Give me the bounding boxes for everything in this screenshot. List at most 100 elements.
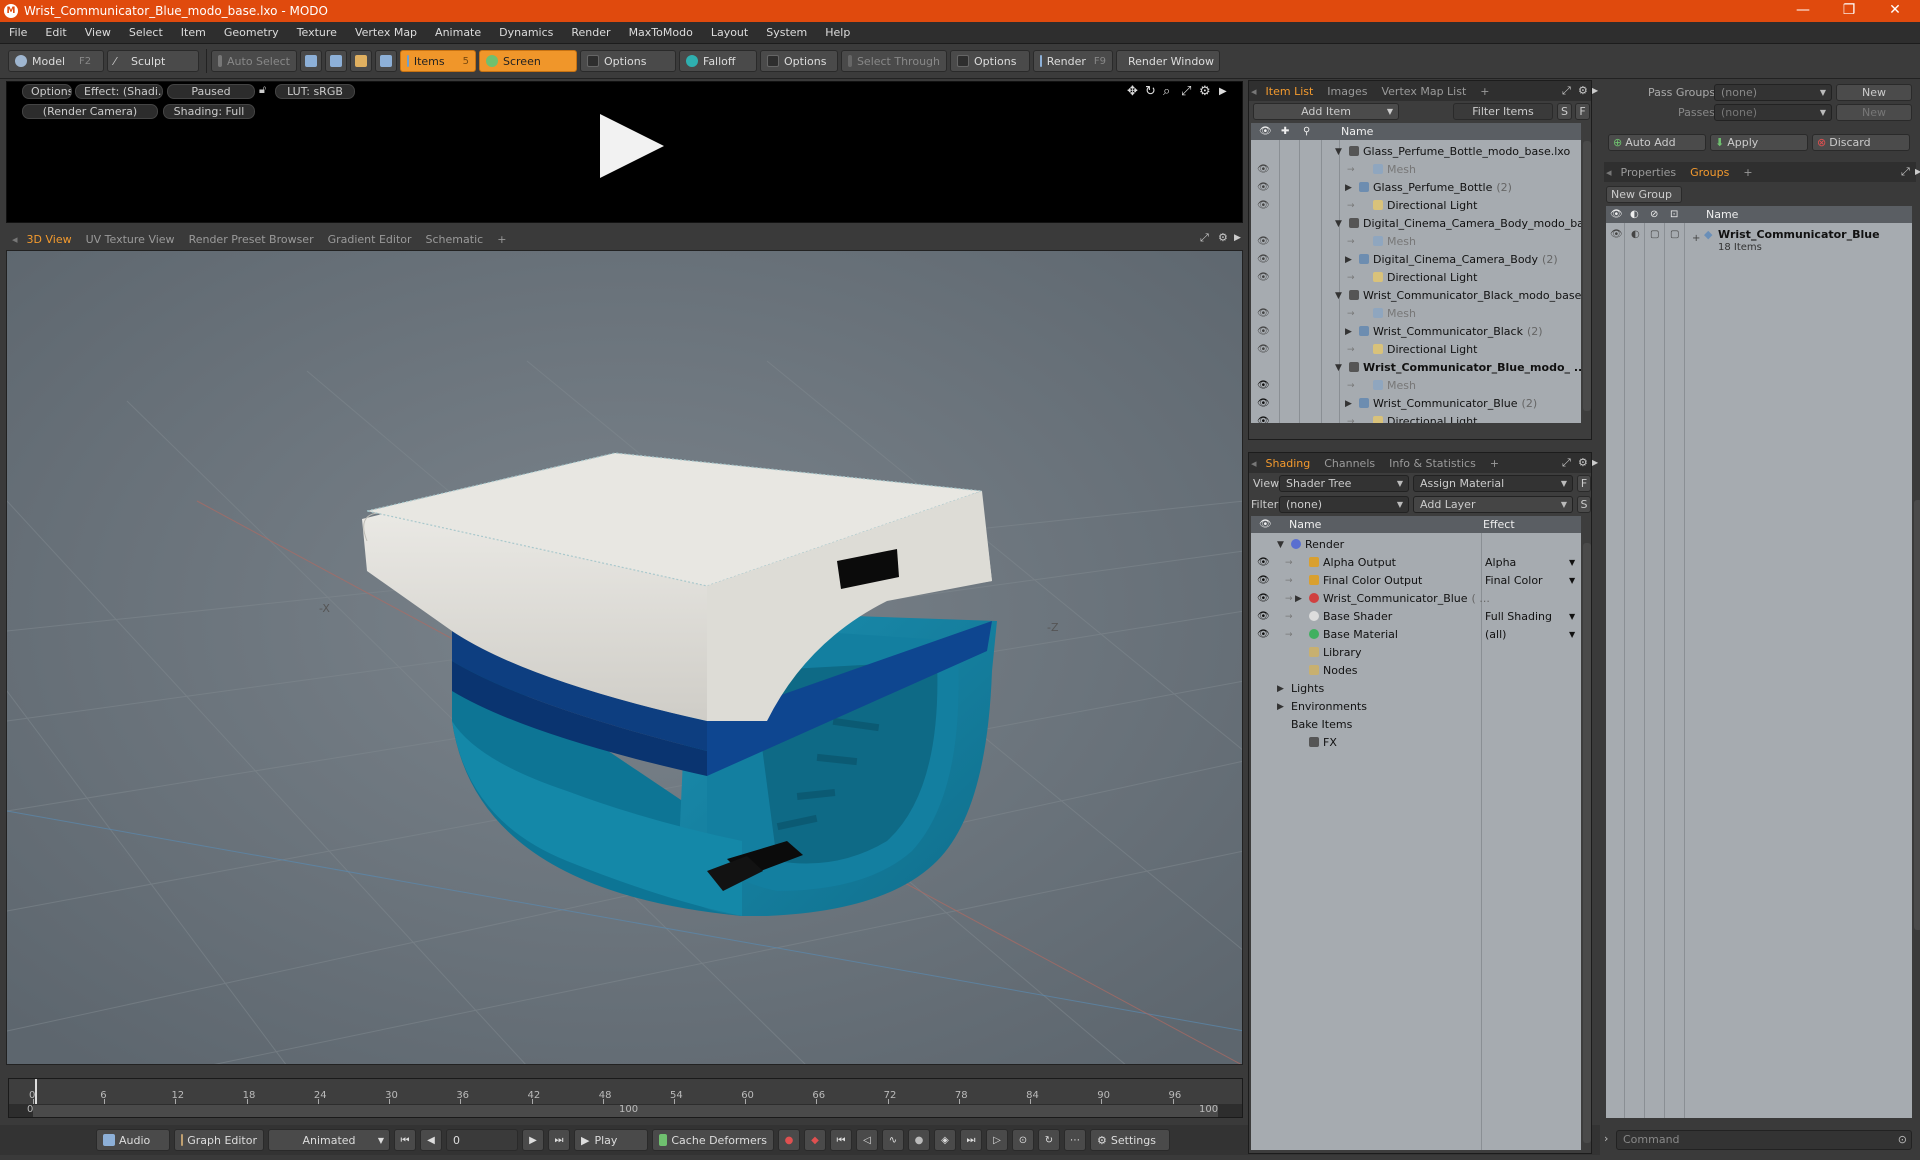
eye-icon[interactable]: 👁︎ (1257, 554, 1270, 572)
item-list-row[interactable]: 👁︎ → Directional Light (1251, 197, 1581, 215)
screen-action-center-button[interactable]: Screen (479, 50, 577, 72)
apply-button[interactable]: ⬇ Apply (1710, 134, 1808, 151)
filter-s-button[interactable]: S (1557, 103, 1572, 120)
record-button[interactable]: ● (908, 1129, 930, 1151)
model-mode-button[interactable]: Model F2 (8, 50, 104, 72)
collapse-icon[interactable]: ▼ (1335, 143, 1342, 161)
timeline-ruler[interactable]: 0 6 12 18 24 30 36 42 48 54 60 66 72 78 84 90 96 (9, 1079, 1242, 1104)
3d-viewport[interactable]: -X -Z (6, 250, 1243, 1065)
zoom-view-icon[interactable]: ⌕ (1163, 84, 1170, 99)
auto-key-button[interactable]: ● (778, 1129, 800, 1151)
key-selected-button[interactable]: ◆ (804, 1129, 826, 1151)
new-group-button[interactable]: New Group (1606, 186, 1682, 203)
menu-file[interactable]: File (0, 26, 36, 39)
cache-deformers-button[interactable]: Cache Deformers (652, 1129, 774, 1151)
eye-icon[interactable]: 👁︎ (1257, 233, 1270, 251)
add-layer-dropdown[interactable]: Add Layer ▼ (1413, 496, 1573, 513)
key-curve-button[interactable]: ∿ (882, 1129, 904, 1151)
action-options-button[interactable]: Options (580, 50, 676, 72)
select-through-button[interactable]: Select Through (841, 50, 947, 72)
tab-properties[interactable]: Properties (1614, 166, 1684, 179)
items-mode-button[interactable]: Items 5 (400, 50, 476, 72)
preview-options-button[interactable]: Options (22, 84, 72, 99)
lock-toggle-icon[interactable]: ▢ (1650, 226, 1659, 244)
preview-paused-button[interactable]: Paused (167, 84, 255, 99)
snap-button[interactable]: ⊙ (1012, 1129, 1034, 1151)
eye-icon[interactable]: 👁︎ (1257, 179, 1270, 197)
new-pass-group-button[interactable]: New (1836, 84, 1912, 101)
menu-animate[interactable]: Animate (426, 26, 490, 39)
tab-3d-view[interactable]: 3D View (20, 233, 79, 246)
eye-icon[interactable]: 👁︎ (1257, 323, 1270, 341)
item-list-row[interactable]: 👁︎ ▶ Glass_Perfume_Bottle (2) (1251, 179, 1581, 197)
tab-gradient-editor[interactable]: Gradient Editor (321, 233, 419, 246)
shader-tree-row[interactable]: 👁︎ → Base Shader Full Shading ▼ (1251, 608, 1581, 626)
key-right-button[interactable]: ▷ (986, 1129, 1008, 1151)
item-list-row[interactable]: 👁︎ ▶ Wrist_Communicator_Blue (2) (1251, 395, 1581, 413)
expand-icon[interactable]: ▶ (1345, 251, 1352, 269)
chevron-down-icon[interactable]: ▼ (1569, 626, 1575, 644)
material-select-button[interactable] (375, 50, 397, 72)
item-list-row[interactable]: 👁︎ ▶ Digital_Cinema_Camera_Body (2) (1251, 251, 1581, 269)
item-list-row[interactable]: ▼ Wrist_Communicator_Black_modo_base.lxo (1251, 287, 1581, 305)
effect-column-header[interactable]: Effect (1483, 516, 1515, 533)
item-list-row[interactable]: 👁︎ → Directional Light (1251, 341, 1581, 359)
add-item-button[interactable]: Add Item ▼ (1253, 103, 1399, 120)
effect-dropdown[interactable]: Final Color (1485, 572, 1543, 590)
shader-tree-row[interactable]: 👁︎ → Final Color Output Final Color ▼ (1251, 572, 1581, 590)
lut-dropdown[interactable]: LUT: sRGB (275, 84, 355, 99)
item-list-row[interactable]: 👁︎ → Directional Light (1251, 413, 1581, 423)
item-list-row[interactable]: 👁︎ → Mesh (1251, 377, 1581, 395)
visibility-column-icon[interactable]: 👁︎ (1259, 516, 1272, 533)
go-to-start-button[interactable]: ⏮ (394, 1129, 416, 1151)
render-camera-dropdown[interactable]: (Render Camera) (22, 104, 158, 119)
pass-groups-dropdown[interactable]: (none) ▼ (1714, 84, 1832, 101)
menu-system[interactable]: System (757, 26, 816, 39)
tab-groups[interactable]: Groups (1683, 166, 1736, 179)
item-list-row[interactable]: ▼ Glass_Perfume_Bottle_modo_base.lxo (1251, 143, 1581, 161)
item-list-scrollbar[interactable] (1583, 141, 1591, 411)
shader-tree-scrollbar[interactable] (1583, 543, 1591, 1143)
key-all-button[interactable]: ◈ (934, 1129, 956, 1151)
groups-scrollbar[interactable] (1914, 500, 1920, 930)
minimize-button[interactable]: — (1780, 0, 1826, 22)
chevron-down-icon[interactable]: ▼ (1569, 572, 1575, 590)
eye-icon[interactable]: 👁︎ (1257, 608, 1270, 626)
previous-key-frame-button[interactable]: ⏮ (830, 1129, 852, 1151)
expand-icon[interactable]: + (1692, 230, 1700, 248)
audio-button[interactable]: Audio (96, 1129, 170, 1151)
chevron-right-icon[interactable]: ▶ (1219, 86, 1227, 97)
view-dropdown[interactable]: Shader Tree ▼ (1279, 475, 1409, 492)
options-button[interactable]: ⋯ (1064, 1129, 1086, 1151)
shader-tree-row[interactable]: Library (1251, 644, 1581, 662)
shader-tree-row[interactable]: Nodes (1251, 662, 1581, 680)
group-row[interactable]: 👁︎ ◐ ▢ ▢ + ◆ Wrist_Communicator_Blue 18 … (1606, 226, 1912, 256)
select-toggle-icon[interactable]: ▢ (1670, 226, 1679, 244)
expand-icon[interactable]: ▶ (1295, 590, 1302, 608)
tab-info-statistics[interactable]: Info & Statistics (1382, 457, 1483, 470)
chevron-right-icon[interactable]: ▶ (1234, 233, 1241, 243)
falloff-options-button[interactable]: Options (760, 50, 838, 72)
collapse-icon[interactable]: ▼ (1335, 359, 1342, 377)
eye-icon[interactable]: 👁︎ (1610, 226, 1623, 244)
next-key-frame-button[interactable]: ⏭ (960, 1129, 982, 1151)
eye-icon[interactable]: 👁︎ (1257, 197, 1270, 215)
eye-icon[interactable]: 👁︎ (1257, 413, 1270, 423)
pin-column-icon[interactable]: ✚ (1281, 123, 1289, 140)
visibility-column-icon[interactable]: 👁︎ (1259, 123, 1272, 140)
assign-material-dropdown[interactable]: Assign Material ▼ (1413, 475, 1573, 492)
render-column-icon[interactable]: ◐ (1630, 206, 1639, 223)
gear-icon[interactable]: ⚙ (1199, 84, 1211, 99)
passes-dropdown[interactable]: (none) ▼ (1714, 104, 1832, 121)
edge-select-button[interactable] (325, 50, 347, 72)
command-input[interactable]: Command ⊙ (1616, 1130, 1912, 1150)
shader-tree-row[interactable]: 👁︎ → Base Material (all) ▼ (1251, 626, 1581, 644)
add-tab-button[interactable]: + (1483, 457, 1506, 470)
tab-shading[interactable]: Shading (1259, 457, 1318, 470)
add-tab-button[interactable]: + (1473, 85, 1496, 98)
eye-icon[interactable]: 👁︎ (1257, 572, 1270, 590)
groups-list[interactable]: 👁︎ ◐ ⊘ ⊡ Name 👁︎ ◐ ▢ ▢ + ◆ Wrist_Communi… (1606, 206, 1912, 1118)
collapse-icon[interactable]: ▼ (1335, 215, 1342, 233)
add-tab-button[interactable]: + (1736, 166, 1759, 179)
timeline[interactable]: 0 6 12 18 24 30 36 42 48 54 60 66 72 78 84 90 96 0 100 1… (8, 1078, 1243, 1118)
